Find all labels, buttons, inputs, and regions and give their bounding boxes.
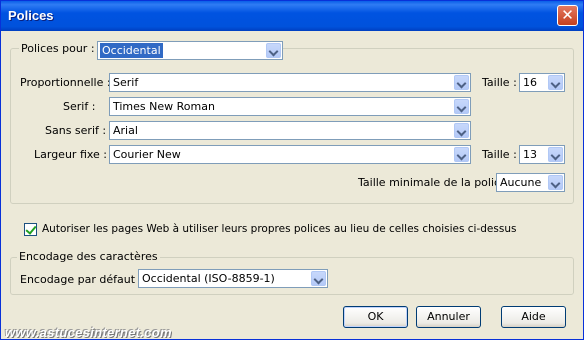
encoding-group-title: Encodage des caractères [17,250,160,263]
size-label-2: Taille : [482,148,517,161]
chevron-down-icon[interactable] [266,43,281,58]
chevron-down-icon[interactable] [454,99,469,114]
chevron-down-icon[interactable] [548,75,563,90]
min-size-label: Taille minimale de la police : [358,176,515,189]
fonts-for-label: Polices pour : [19,42,97,55]
allow-pages-label[interactable]: Autoriser les pages Web à utiliser leurs… [42,223,516,235]
size-label-1: Taille : [482,76,517,89]
size-select-1[interactable]: 16 [519,73,565,92]
close-icon[interactable]: ✕ [557,5,578,26]
watermark: www.astucesinternet.com [5,325,172,340]
chevron-down-icon[interactable] [454,147,469,162]
default-encoding-select[interactable]: Occidental (ISO-8859-1) [138,269,328,288]
proportional-select[interactable]: Serif [109,73,471,92]
proportional-value: Serif [113,76,139,89]
chevron-down-icon[interactable] [454,123,469,138]
chevron-down-icon[interactable] [548,147,563,162]
min-size-value: Aucune [500,176,542,189]
serif-value: Times New Roman [113,100,215,113]
allow-pages-checkbox[interactable] [24,223,37,236]
fonts-for-select[interactable]: Occidental [97,41,283,60]
size-select-2[interactable]: 13 [519,145,565,164]
chevron-down-icon[interactable] [454,75,469,90]
help-button[interactable]: Aide [501,306,566,328]
size-value-2: 13 [523,148,537,161]
title-bar[interactable]: Polices [1,1,583,31]
proportional-label: Proportionnelle : [20,76,111,89]
fonts-for-value: Occidental [100,43,163,58]
chevron-down-icon[interactable] [311,271,326,286]
monospace-value: Courier New [113,148,181,161]
size-value-1: 16 [523,76,537,89]
default-encoding-label: Encodage par défaut : [20,273,143,286]
serif-label: Serif : [63,100,96,113]
chevron-down-icon[interactable] [548,175,563,190]
fonts-dialog: Polices ✕ Polices pour : Occidental Prop… [0,0,584,340]
monospace-label: Largeur fixe : [34,148,108,161]
sans-serif-label: Sans serif : [45,124,107,137]
sans-serif-value: Arial [113,124,138,137]
ok-button[interactable]: OK [343,306,408,328]
default-encoding-value: Occidental (ISO-8859-1) [142,272,275,285]
sans-serif-select[interactable]: Arial [109,121,471,140]
window-title: Polices [8,8,54,23]
monospace-select[interactable]: Courier New [109,145,471,164]
min-size-select[interactable]: Aucune [496,173,565,192]
serif-select[interactable]: Times New Roman [109,97,471,116]
cancel-button[interactable]: Annuler [416,306,481,328]
